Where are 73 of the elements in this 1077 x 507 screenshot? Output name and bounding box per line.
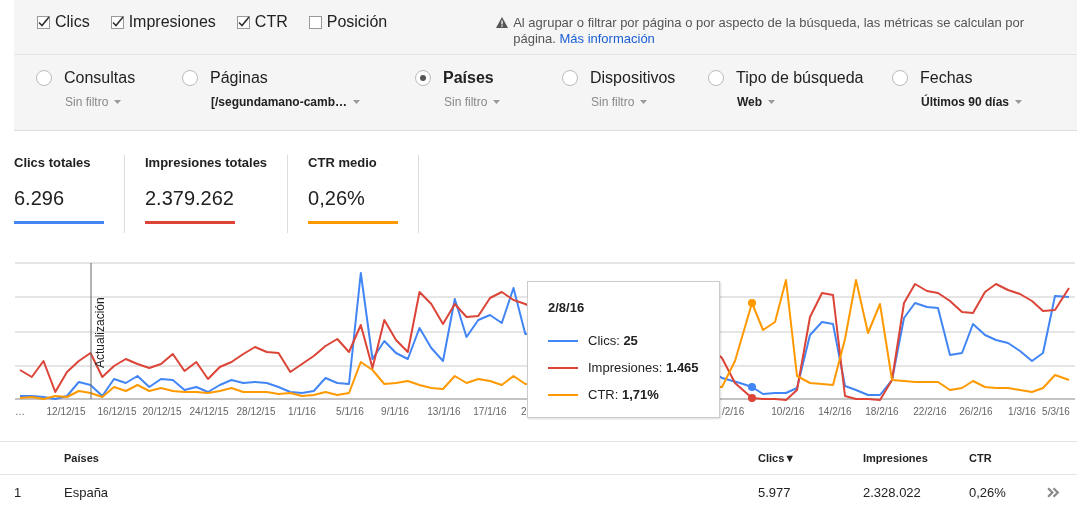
axis-label: 20/12/15 — [142, 406, 182, 417]
axis-label: 13/1/16 — [427, 406, 461, 417]
metric-checkbox[interactable]: Posición — [308, 12, 388, 32]
axis-label: 18/2/16 — [865, 406, 899, 417]
group-by-option[interactable]: Páginas — [182, 69, 415, 87]
axis-label: 5/3/16 — [1042, 406, 1070, 417]
axis-label: 22/2/16 — [913, 406, 947, 417]
tooltip-value: Clics: 25 — [588, 333, 638, 348]
notice-text: Al agrupar o filtrar por página o por aspecto de la búsqueda, las métricas se calculan por página. Más información — [513, 15, 1026, 47]
caret-icon — [353, 100, 361, 104]
metric-title: Clics totales — [14, 155, 92, 172]
metric-checkbox[interactable]: CTR — [236, 12, 288, 32]
row-number: 1 — [13, 484, 23, 500]
column-header[interactable]: Impresiones — [863, 452, 969, 464]
caret-icon — [768, 100, 776, 104]
more-info-link[interactable]: Más información — [559, 31, 655, 46]
metric-value: 2.379.262 — [145, 187, 235, 211]
group-by-option[interactable]: Consultas — [36, 69, 182, 87]
axis-label: 24/12/15 — [189, 406, 229, 417]
metric-title: CTR medio — [308, 155, 378, 172]
metric-title: Impresiones totales — [145, 155, 268, 172]
axis-label: 28/12/15 — [236, 406, 276, 417]
warning-icon — [496, 17, 509, 28]
filter-dropdown[interactable]: Últimos 90 días — [921, 95, 1023, 109]
filter-dropdown[interactable]: [/segundamano-camb… — [211, 95, 361, 109]
filter-dropdown[interactable]: Web — [737, 95, 776, 109]
group-by-option[interactable]: Tipo de búsqueda — [708, 69, 892, 87]
metric-value: 0,26% — [308, 187, 366, 211]
legend-line — [548, 366, 578, 369]
axis-label: 1/1/16 — [288, 406, 316, 417]
double-chevron-icon[interactable] — [1047, 486, 1060, 498]
metric-checkbox[interactable]: Clics — [37, 12, 90, 32]
annotation-label: Actualización — [93, 297, 107, 368]
axis-label: 9/1/16 — [381, 406, 409, 417]
axis-label: 12/12/15 — [46, 406, 86, 417]
group-by-option[interactable]: Fechas — [892, 69, 1042, 87]
tooltip-value: Impresiones: 1.465 — [588, 360, 699, 375]
axis-label: 26/2/16 — [959, 406, 993, 417]
axis-label: 2 — [521, 406, 527, 417]
column-header[interactable]: Países — [64, 452, 758, 464]
tooltip-value: CTR: 1,71% — [588, 387, 659, 402]
axis-label: 1/3/16 — [1008, 406, 1036, 417]
group-by-option[interactable]: Países — [415, 69, 562, 87]
table-cell-text: España — [64, 484, 110, 500]
caret-icon — [493, 100, 501, 104]
column-header[interactable]: CTR — [969, 452, 1039, 464]
axis-label: /2/16 — [722, 406, 745, 417]
highlight-point — [748, 394, 756, 402]
column-header[interactable]: Clics▼ — [758, 452, 863, 464]
caret-icon — [114, 100, 122, 104]
checkbox-icon — [37, 15, 50, 29]
highlight-point — [748, 383, 756, 391]
table-cell-text: 2.328.022 — [863, 484, 922, 500]
axis-label: 5/1/16 — [336, 406, 364, 417]
axis-label: … — [15, 406, 25, 417]
metric-checkbox[interactable]: Impresiones — [110, 12, 216, 32]
caret-icon — [1015, 100, 1023, 104]
axis-label: 17/1/16 — [473, 406, 507, 417]
highlight-point — [748, 299, 756, 307]
legend-line — [548, 393, 578, 396]
tooltip-date: 2/8/16 — [548, 300, 586, 315]
table-cell-text: 5.977 — [758, 484, 792, 500]
legend-line — [548, 339, 578, 342]
checkbox-icon — [236, 15, 250, 29]
table-cell-text: 0,26% — [969, 484, 1007, 500]
checkbox-icon — [110, 15, 124, 29]
metric-value: 6.296 — [14, 187, 66, 211]
group-by-option[interactable]: Dispositivos — [562, 69, 708, 87]
axis-label: 14/2/16 — [818, 406, 852, 417]
axis-label: 10/2/16 — [771, 406, 805, 417]
checkbox-icon — [308, 15, 322, 29]
axis-label: 16/12/15 — [97, 406, 137, 417]
caret-icon — [640, 100, 648, 104]
